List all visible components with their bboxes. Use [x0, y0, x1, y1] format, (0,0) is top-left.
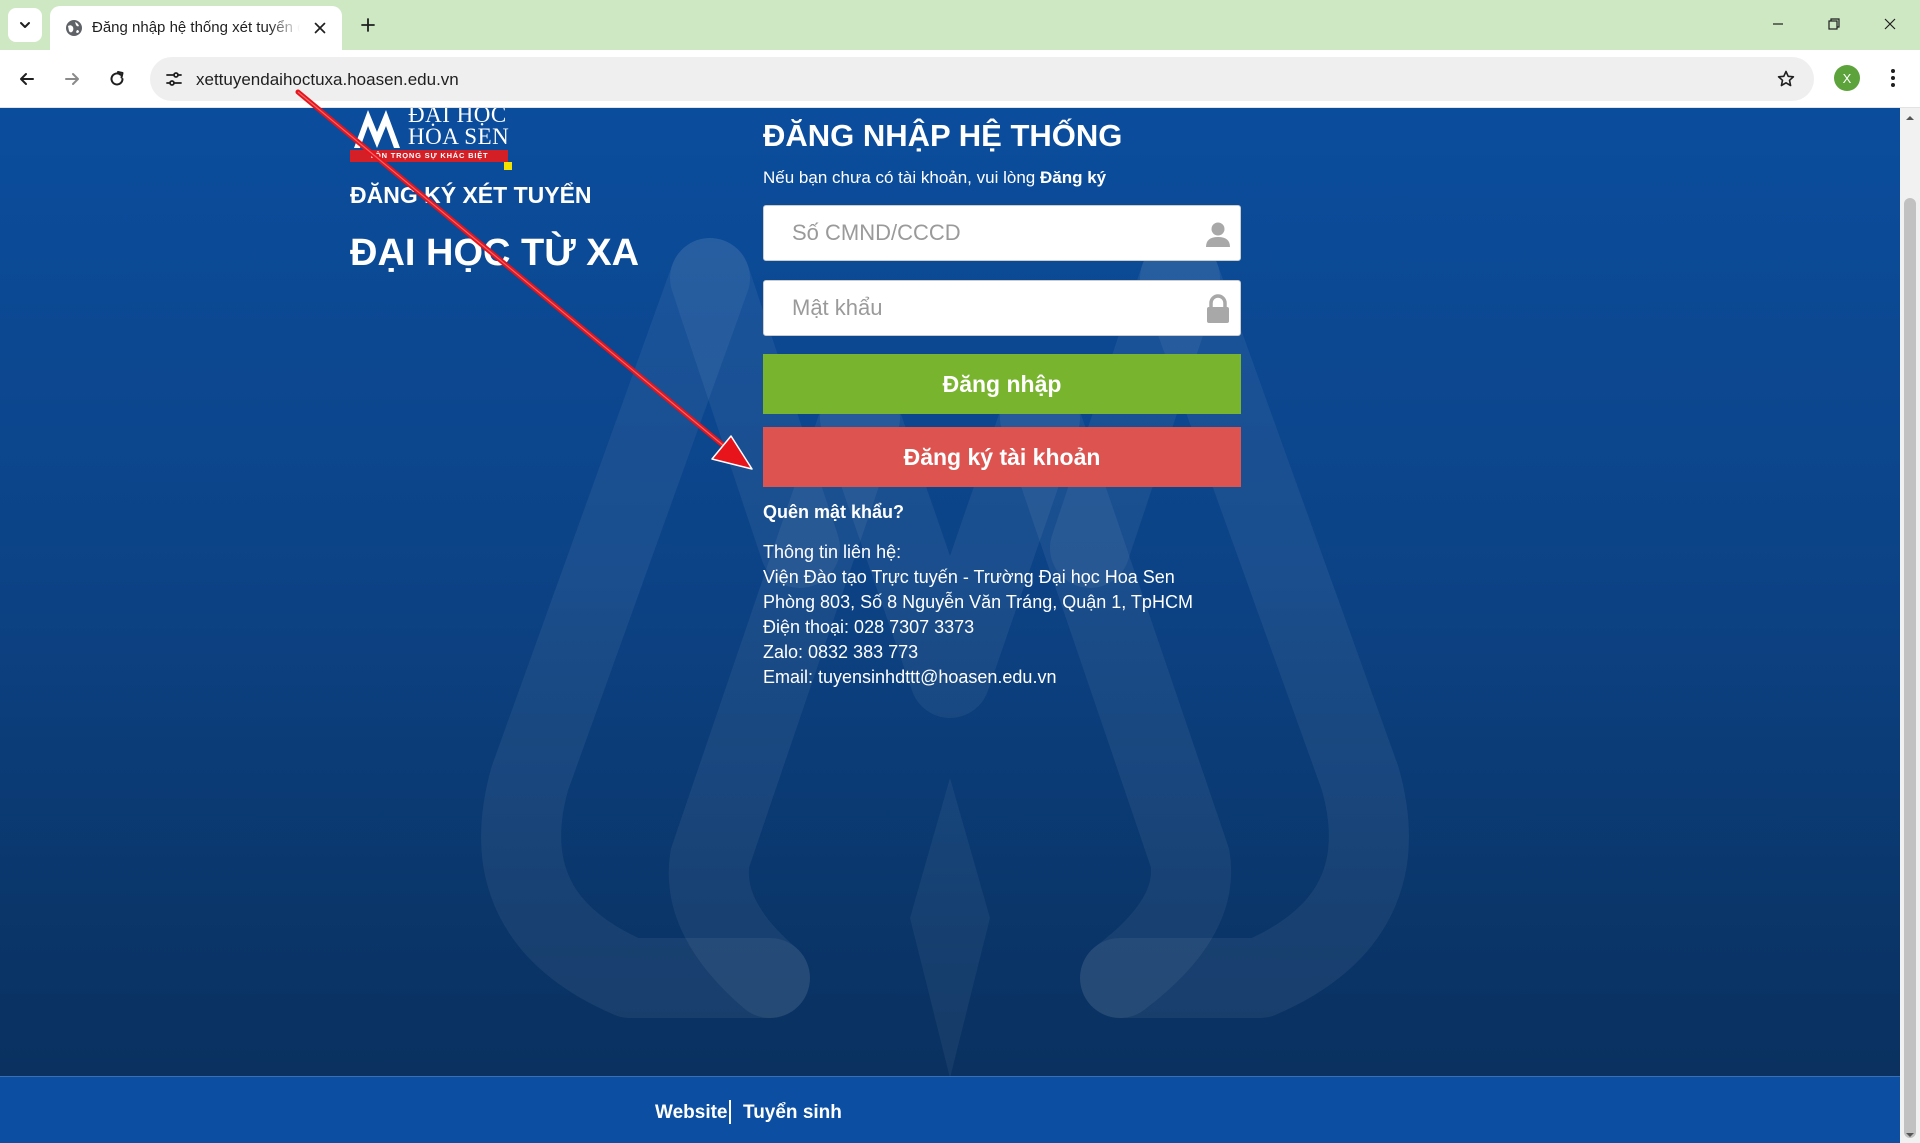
- brand-slogan: TÔN TRỌNG SỰ KHÁC BIỆT: [369, 151, 489, 160]
- contact-zalo: Zalo: 0832 383 773: [763, 642, 919, 662]
- page-scrollbar[interactable]: [1900, 108, 1920, 1143]
- scroll-down-arrow-icon[interactable]: [1904, 1129, 1916, 1141]
- browser-tabstrip: Đăng nhập hệ thống xét tuyển đại học từ …: [0, 0, 1920, 50]
- login-button[interactable]: Đăng nhập: [763, 354, 1241, 414]
- contact-institute: Viện Đào tạo Trực tuyến - Trường Đại học…: [763, 567, 1175, 587]
- id-field[interactable]: [763, 205, 1241, 261]
- tab-search-button[interactable]: [8, 8, 42, 42]
- footer-admissions-link[interactable]: Tuyển sinh: [743, 1102, 842, 1124]
- arrow-right-icon: [65, 73, 79, 85]
- footer-divider: [729, 1100, 731, 1124]
- login-subtitle: Nếu bạn chưa có tài khoản, vui lòng Đăng…: [763, 168, 1106, 188]
- login-title: ĐĂNG NHẬP HỆ THỐNG: [763, 118, 1123, 153]
- restore-icon: [1828, 18, 1840, 30]
- program-heading: ĐẠI HỌC TỪ XA: [350, 232, 640, 274]
- tab-title: Đăng nhập hệ thống xét tuyển đại học từ …: [92, 19, 300, 36]
- star-icon: [1777, 70, 1795, 87]
- tune-icon: [166, 72, 182, 86]
- more-vertical-icon: [1891, 69, 1895, 87]
- contact-info: Thông tin liên hệ: Viện Đào tạo Trực tuy…: [763, 540, 1193, 690]
- password-field[interactable]: [763, 280, 1241, 336]
- browser-tab-active[interactable]: Đăng nhập hệ thống xét tuyển đại học từ …: [50, 6, 342, 50]
- url-text[interactable]: xettuyendaihoctuxa.hoasen.edu.vn: [196, 70, 459, 90]
- bookmark-button[interactable]: [1772, 65, 1800, 93]
- id-number-input[interactable]: [764, 206, 1240, 260]
- globe-icon: [66, 20, 82, 36]
- reload-icon: [110, 71, 124, 86]
- close-icon: [314, 22, 326, 34]
- login-subtitle-text: Nếu bạn chưa có tài khoản, vui lòng: [763, 168, 1036, 187]
- contact-email: Email: tuyensinhdttt@hoasen.edu.vn: [763, 667, 1057, 687]
- arrow-left-icon: [20, 73, 34, 85]
- profile-avatar[interactable]: X: [1834, 65, 1860, 91]
- brand-name-line2: HOA SEN: [408, 124, 510, 149]
- contact-heading: Thông tin liên hệ:: [763, 542, 902, 562]
- reload-button[interactable]: [99, 61, 135, 97]
- chevron-down-icon: [20, 22, 30, 28]
- browser-toolbar: xettuyendaihoctuxa.hoasen.edu.vn X: [0, 50, 1920, 108]
- minimize-icon: [1773, 23, 1783, 25]
- restore-button[interactable]: [1806, 0, 1862, 48]
- contact-address: Phòng 803, Số 8 Nguyễn Văn Tráng, Quận 1…: [763, 592, 1193, 612]
- page-footer: Website Tuyển sinh: [0, 1076, 1900, 1143]
- admission-heading: ĐĂNG KÝ XÉT TUYỂN: [350, 182, 592, 208]
- user-icon: [1206, 222, 1230, 247]
- register-link[interactable]: Đăng ký: [1040, 168, 1106, 187]
- page-viewport: ĐẠI HỌC HOA SEN TÔN TRỌNG SỰ KHÁC BIỆT Đ…: [0, 108, 1900, 1143]
- contact-phone: Điện thoại: 028 7307 3373: [763, 617, 975, 637]
- back-button[interactable]: [9, 61, 45, 97]
- lock-icon: [1207, 294, 1229, 323]
- scroll-up-arrow-icon[interactable]: [1904, 112, 1916, 124]
- register-account-button[interactable]: Đăng ký tài khoản: [763, 427, 1241, 487]
- footer-website-link[interactable]: Website: [655, 1102, 728, 1124]
- site-info-button[interactable]: [160, 65, 188, 93]
- forward-button[interactable]: [54, 61, 90, 97]
- address-bar[interactable]: xettuyendaihoctuxa.hoasen.edu.vn: [150, 57, 1814, 101]
- plus-icon: [361, 18, 375, 32]
- tab-close-button[interactable]: [308, 16, 332, 40]
- close-icon: [1884, 18, 1896, 30]
- new-tab-button[interactable]: [352, 9, 384, 41]
- forgot-password-link[interactable]: Quên mật khẩu?: [763, 502, 904, 523]
- minimize-button[interactable]: [1750, 0, 1806, 48]
- password-input[interactable]: [764, 281, 1240, 335]
- brand-accent-dot: [504, 162, 512, 170]
- scroll-thumb[interactable]: [1904, 198, 1916, 1138]
- window-close-button[interactable]: [1862, 0, 1918, 48]
- browser-menu-button[interactable]: [1878, 63, 1908, 93]
